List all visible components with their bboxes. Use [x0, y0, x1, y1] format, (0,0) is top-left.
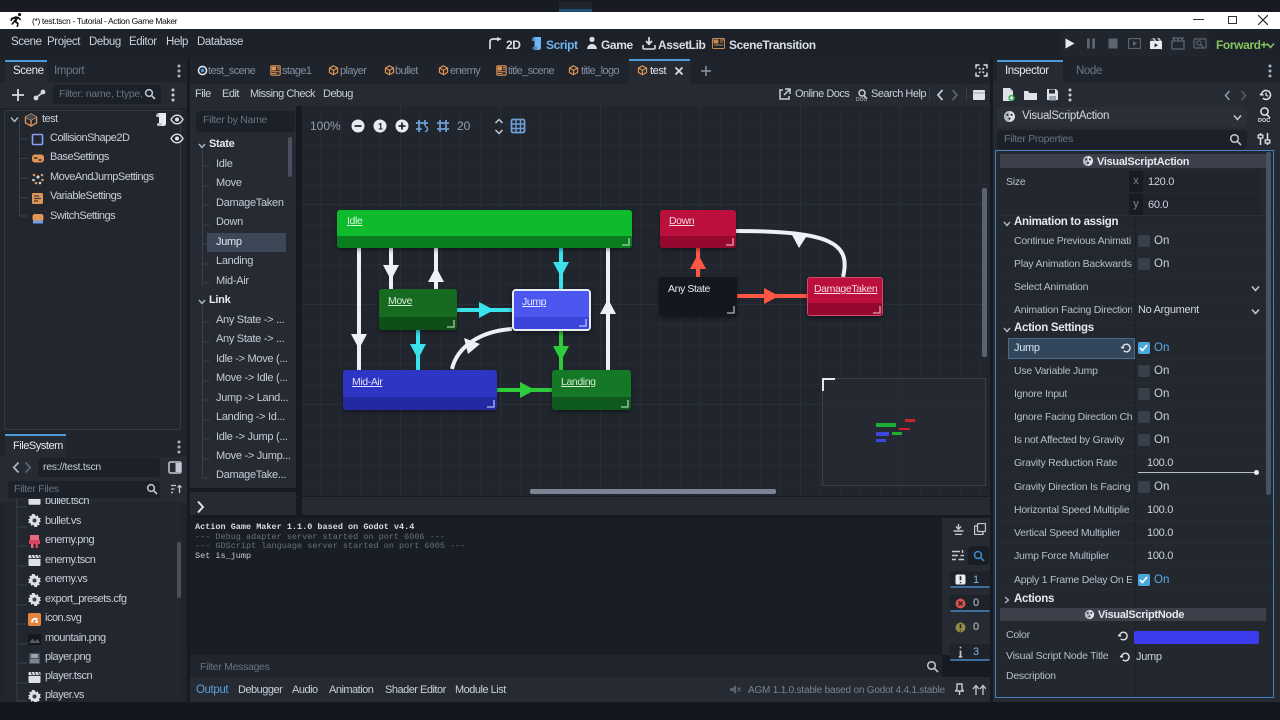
svg-text:DOC: DOC: [1258, 118, 1270, 123]
svg-text:DOC: DOC: [856, 97, 868, 102]
svg-text:1: 1: [378, 122, 383, 132]
